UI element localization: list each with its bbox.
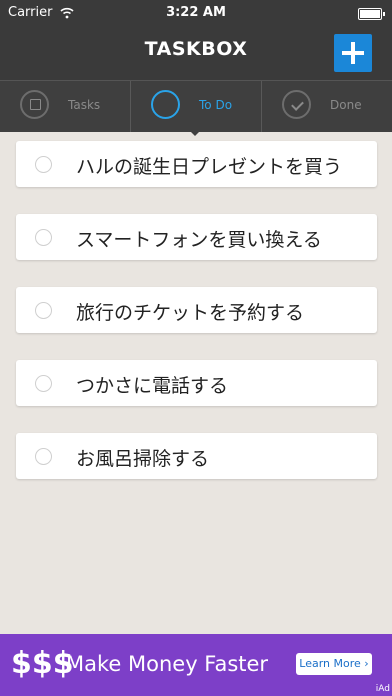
tab-todo-label: To Do [199,98,233,112]
task-text: ハルの誕生日プレゼントを買う [76,156,343,178]
tab-tasks-label: Tasks [68,98,101,112]
task-checkbox[interactable] [35,302,52,319]
task-checkbox[interactable] [35,375,52,392]
task-item[interactable]: つかさに電話する [16,360,377,406]
status-bar: Carrier 3:22 AM [0,0,392,26]
tab-bar: Tasks To Do Done [0,80,392,132]
task-text: お風呂掃除する [76,448,210,470]
app-header: Carrier 3:22 AM TASKBOX [0,0,392,80]
check-circle-icon [282,90,311,119]
circle-icon [151,90,180,119]
add-task-button[interactable] [334,34,372,72]
ad-title: Make Money Faster [66,652,269,676]
task-list: ハルの誕生日プレゼントを買う スマートフォンを買い換える 旅行のチケットを予約す… [16,141,377,506]
task-item[interactable]: ハルの誕生日プレゼントを買う [16,141,377,187]
task-text: つかさに電話する [76,375,229,397]
task-item[interactable]: スマートフォンを買い換える [16,214,377,260]
status-time: 3:22 AM [166,5,226,20]
task-item[interactable]: 旅行のチケットを予約する [16,287,377,333]
task-checkbox[interactable] [35,156,52,173]
task-text: 旅行のチケットを予約する [76,302,305,324]
calendar-check-icon [20,90,49,119]
ad-banner[interactable]: $$$ Make Money Faster Learn More iAd [0,634,392,696]
task-text: スマートフォンを買い換える [76,229,322,251]
tab-todo[interactable]: To Do [130,81,261,132]
iad-badge: iAd [375,684,390,694]
active-tab-pointer [189,130,201,136]
ad-dollar-icon: $$$ [11,646,74,681]
battery-icon [358,8,385,20]
tab-done-label: Done [330,98,362,112]
task-checkbox[interactable] [35,448,52,465]
tab-tasks[interactable]: Tasks [0,81,130,132]
task-item[interactable]: お風呂掃除する [16,433,377,479]
tab-done[interactable]: Done [261,81,392,132]
ad-learn-more-button[interactable]: Learn More [296,653,372,675]
task-checkbox[interactable] [35,229,52,246]
